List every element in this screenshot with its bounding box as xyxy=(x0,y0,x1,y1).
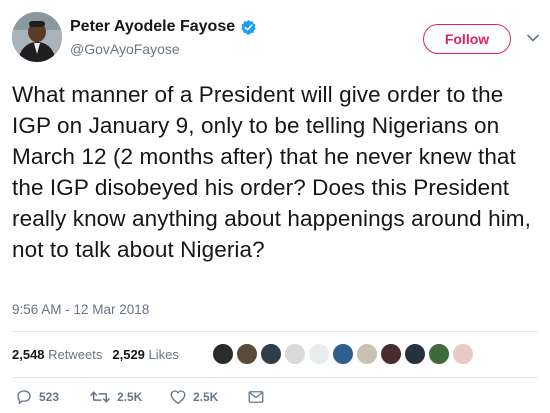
author-avatar[interactable] xyxy=(12,12,62,62)
likers-avatars xyxy=(212,340,476,368)
reply-icon xyxy=(17,390,31,405)
avatar-image xyxy=(12,12,62,62)
author-handle[interactable]: @GovAyoFayose xyxy=(70,41,180,57)
envelope-icon xyxy=(248,391,264,403)
liker-avatar[interactable] xyxy=(212,343,234,365)
liker-avatar[interactable] xyxy=(236,343,258,365)
verified-badge-icon xyxy=(240,19,257,36)
liker-avatar[interactable] xyxy=(428,343,450,365)
author-name-row: Peter Ayodele Fayose xyxy=(70,18,257,36)
retweet-icon xyxy=(90,391,110,403)
likes-label: Likes xyxy=(148,346,179,362)
tweet-text: What manner of a President will give ord… xyxy=(12,82,531,262)
like-button[interactable]: 2.5K xyxy=(169,388,218,406)
tweet-timestamp[interactable]: 9:56 AM - 12 Mar 2018 xyxy=(12,302,149,317)
like-count: 2.5K xyxy=(193,390,219,404)
liker-avatar[interactable] xyxy=(452,343,474,365)
liker-avatar[interactable] xyxy=(284,343,306,365)
heart-icon xyxy=(170,390,186,405)
tweet-header: Peter Ayodele Fayose @GovAyoFayose Follo… xyxy=(0,0,550,72)
follow-button[interactable]: Follow xyxy=(423,24,511,54)
liker-avatar[interactable] xyxy=(404,343,426,365)
author-name[interactable]: Peter Ayodele Fayose xyxy=(70,18,235,36)
liker-avatar[interactable] xyxy=(356,343,378,365)
retweets-label: Retweets xyxy=(48,346,103,362)
chevron-down-icon[interactable] xyxy=(526,31,540,45)
liker-avatar[interactable] xyxy=(308,343,330,365)
retweet-count: 2.5K xyxy=(117,390,143,404)
liker-avatar[interactable] xyxy=(260,343,282,365)
liker-avatar[interactable] xyxy=(380,343,402,365)
retweets-count: 2,548 xyxy=(12,346,45,362)
divider xyxy=(12,377,538,378)
likes-count: 2,529 xyxy=(112,346,145,362)
divider xyxy=(12,331,538,332)
tweet-actions: 523 2.5K 2.5K xyxy=(12,388,542,410)
direct-message-button[interactable] xyxy=(247,388,265,406)
likes-stat[interactable]: 2,529 Likes xyxy=(112,347,179,362)
liker-avatar[interactable] xyxy=(332,343,354,365)
tweet-card: Peter Ayodele Fayose @GovAyoFayose Follo… xyxy=(0,0,550,413)
retweet-button[interactable]: 2.5K xyxy=(89,388,142,406)
reply-button[interactable]: 523 xyxy=(15,388,59,406)
tweet-stats: 2,548 Retweets 2,529 Likes xyxy=(12,340,542,368)
reply-count: 523 xyxy=(39,390,60,404)
retweets-stat[interactable]: 2,548 Retweets xyxy=(12,347,102,362)
